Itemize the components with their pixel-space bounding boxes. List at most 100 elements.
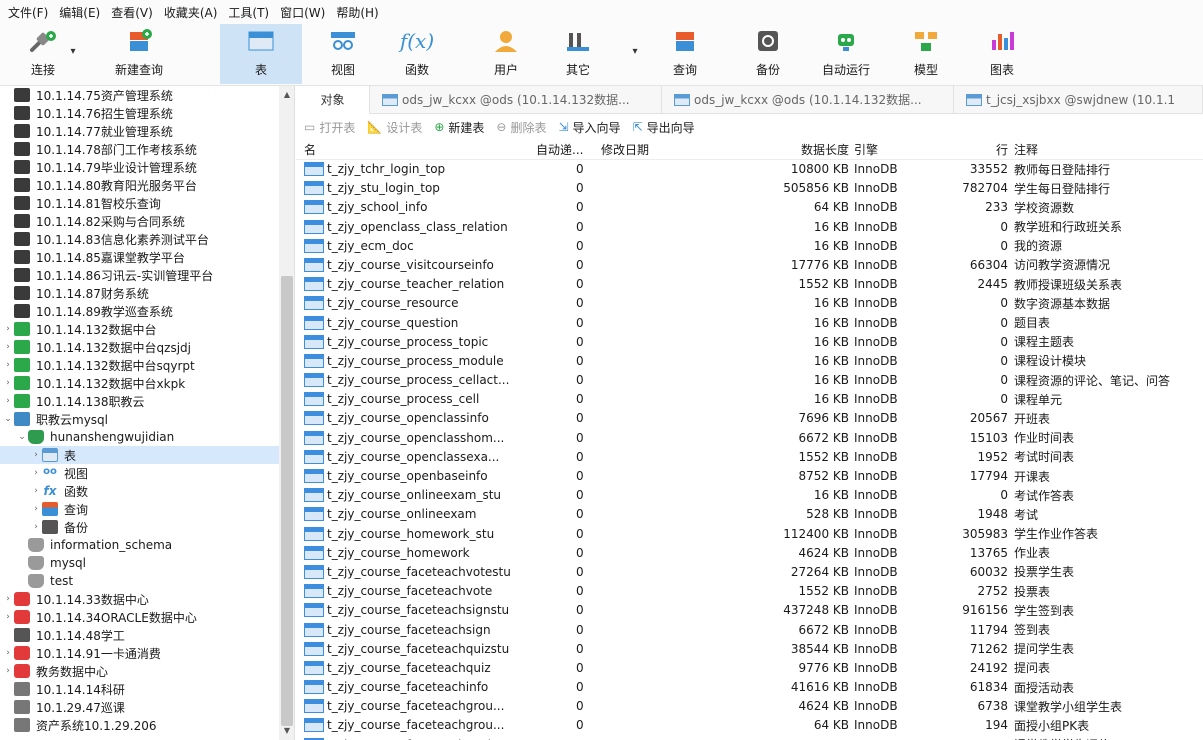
tree-item[interactable]: › 表 <box>0 446 294 464</box>
tree-item[interactable]: › 10.1.14.34ORACLE数据中心 <box>0 608 294 626</box>
expand-arrow-icon[interactable]: › <box>2 396 14 406</box>
tree-item[interactable]: › 10.1.14.132数据中台qzsjdj <box>0 338 294 356</box>
other-dropdown[interactable]: ▾ <box>628 24 642 84</box>
table-row[interactable]: t_zjy_course_process_cellact... 0 16 KB Inn… <box>296 371 1203 390</box>
design-table-button[interactable]: 📐 设计表 <box>367 119 422 136</box>
table-row[interactable]: t_zjy_course_onlineexam 0 528 KB InnoDB 1948… <box>296 505 1203 524</box>
tree-item[interactable]: › 10.1.14.138职教云 <box>0 392 294 410</box>
table-row[interactable]: t_zjy_course_faceteachquizstu 0 38544 KB In… <box>296 640 1203 659</box>
col-data-length[interactable]: 数据长度 <box>761 140 849 158</box>
table-row[interactable]: t_zjy_course_openbaseinfo 0 8752 KB InnoDB 1… <box>296 467 1203 486</box>
export-wizard-button[interactable]: ⇱ 导出向导 <box>633 119 695 136</box>
new-query-button[interactable]: 新建查询 <box>100 24 178 84</box>
table-row[interactable]: t_zjy_course_resource 0 16 KB InnoDB 0 数字资源基本… <box>296 294 1203 313</box>
table-row[interactable]: t_zjy_course_faceteachsignstu 0 437248 KB I… <box>296 601 1203 620</box>
table-row[interactable]: t_zjy_course_faceteachvotestu 0 27264 KB In… <box>296 563 1203 582</box>
table-row[interactable]: t_zjy_course_process_cell 0 16 KB InnoDB 0 课程… <box>296 390 1203 409</box>
tree-item[interactable]: information_schema <box>0 536 294 554</box>
connect-button[interactable]: 连接 <box>18 24 68 84</box>
table-row[interactable]: t_zjy_course_process_module 0 16 KB InnoDB 0… <box>296 352 1203 371</box>
user-button[interactable]: 用户 <box>486 24 526 84</box>
query-button[interactable]: 查询 <box>662 24 708 84</box>
expand-arrow-icon[interactable]: › <box>30 504 42 514</box>
tree-item[interactable]: › 查询 <box>0 500 294 518</box>
col-engine[interactable]: 引擎 <box>854 140 914 158</box>
tree-item[interactable]: 资产系统10.1.29.206 <box>0 716 294 734</box>
tree-item[interactable]: 10.1.29.47巡课 <box>0 698 294 716</box>
tree-item[interactable]: 10.1.14.80教育阳光服务平台 <box>0 176 294 194</box>
tree-item[interactable]: › 备份 <box>0 518 294 536</box>
delete-table-button[interactable]: ⊖ 删除表 <box>496 119 546 136</box>
table-row[interactable]: t_zjy_ecm_doc 0 16 KB InnoDB 0 我的资源 <box>296 237 1203 256</box>
tree-item[interactable]: 10.1.14.83信息化素养测试平台 <box>0 230 294 248</box>
menu-file[interactable]: 文件(F) <box>8 4 48 21</box>
table-row[interactable]: t_zjy_course_openclassexa... 0 1552 KB Inno… <box>296 448 1203 467</box>
table-row[interactable]: t_zjy_course_faceteachquiz 0 9776 KB InnoDB… <box>296 659 1203 678</box>
col-comment[interactable]: 注释 <box>1014 140 1203 158</box>
table-row[interactable]: t_zjy_course_question 0 16 KB InnoDB 0 题目表 <box>296 314 1203 333</box>
expand-arrow-icon[interactable]: › <box>30 468 42 478</box>
tree-item[interactable]: 10.1.14.82采购与合同系统 <box>0 212 294 230</box>
backup-button[interactable]: 备份 <box>748 24 788 84</box>
table-row[interactable]: t_zjy_course_homework 0 4624 KB InnoDB 13765… <box>296 544 1203 563</box>
tree-item[interactable]: › 10.1.14.132数据中台sqyrpt <box>0 356 294 374</box>
tree-item[interactable]: ⌄ hunanshengwujidian <box>0 428 294 446</box>
menu-window[interactable]: 窗口(W) <box>280 4 325 21</box>
table-row[interactable]: t_zjy_course_openclasshom... 0 6672 KB Inno… <box>296 429 1203 448</box>
menu-edit[interactable]: 编辑(E) <box>59 4 100 21</box>
table-row[interactable]: t_zjy_course_faceteachsign 0 6672 KB InnoDB… <box>296 621 1203 640</box>
col-name[interactable]: 名 <box>304 140 532 158</box>
tab-ods-jw-kcxx-2[interactable]: ods_jw_kcxx @ods (10.1.14.132数据... <box>662 85 954 114</box>
tab-objects[interactable]: 对象 <box>296 85 370 114</box>
tree-item[interactable]: 10.1.14.85嘉课堂教学平台 <box>0 248 294 266</box>
table-row[interactable]: t_zjy_course_onlineexam_stu 0 16 KB InnoDB 0… <box>296 486 1203 505</box>
open-table-button[interactable]: ▭ 打开表 <box>304 119 355 136</box>
table-row[interactable]: t_zjy_course_openclassinfo 0 7696 KB InnoDB… <box>296 409 1203 428</box>
table-row[interactable]: t_zjy_course_teacher_relation 0 1552 KB Inn… <box>296 275 1203 294</box>
scroll-down-icon[interactable]: ▼ <box>280 724 294 738</box>
tree-item[interactable]: › 10.1.14.132数据中台xkpk <box>0 374 294 392</box>
col-auto-increment[interactable]: 自动递... <box>536 140 596 158</box>
tree-item[interactable]: › fx 函数 <box>0 482 294 500</box>
table-row[interactable]: t_zjy_course_faceteachevalu... 0 7680 KB In… <box>296 736 1203 740</box>
expand-arrow-icon[interactable]: › <box>2 324 14 334</box>
expand-arrow-icon[interactable]: › <box>2 360 14 370</box>
expand-arrow-icon[interactable]: › <box>2 648 14 658</box>
expand-arrow-icon[interactable]: › <box>2 378 14 388</box>
expand-arrow-icon[interactable]: › <box>2 612 14 622</box>
table-row[interactable]: t_zjy_stu_login_top 0 505856 KB InnoDB 78270… <box>296 179 1203 198</box>
tree-item[interactable]: › 10.1.14.132数据中台 <box>0 320 294 338</box>
tree-item[interactable]: › 10.1.14.33数据中心 <box>0 590 294 608</box>
tree-item[interactable]: 10.1.14.14科研 <box>0 680 294 698</box>
col-modified-date[interactable]: 修改日期 <box>601 140 761 158</box>
tree-item[interactable]: › 教务数据中心 <box>0 662 294 680</box>
scroll-up-icon[interactable]: ▲ <box>280 88 294 102</box>
tree-item[interactable]: 10.1.14.79毕业设计管理系统 <box>0 158 294 176</box>
col-rows[interactable]: 行 <box>916 140 1008 158</box>
tree-item[interactable]: test <box>0 572 294 590</box>
function-button[interactable]: f(x) 函数 <box>392 24 442 84</box>
table-row[interactable]: t_zjy_course_visitcourseinfo 0 17776 KB Inn… <box>296 256 1203 275</box>
connection-tree[interactable]: 10.1.14.75资产管理系统 10.1.14.76招生管理系统 10.1.14.… <box>0 86 295 740</box>
tree-item[interactable]: 10.1.14.48学工 <box>0 626 294 644</box>
expand-arrow-icon[interactable]: › <box>30 450 42 460</box>
table-row[interactable]: t_zjy_course_faceteachgrou... 0 64 KB InnoD… <box>296 716 1203 735</box>
auto-run-button[interactable]: 自动运行 <box>816 24 876 84</box>
table-row[interactable]: t_zjy_course_homework_stu 0 112400 KB InnoD… <box>296 525 1203 544</box>
table-row[interactable]: t_zjy_course_process_topic 0 16 KB InnoDB 0 课… <box>296 333 1203 352</box>
expand-arrow-icon[interactable]: ⌄ <box>16 432 28 442</box>
tree-item[interactable]: › oo 视图 <box>0 464 294 482</box>
table-row[interactable]: t_zjy_course_faceteachgrou... 0 4624 KB Inn… <box>296 697 1203 716</box>
chart-button[interactable]: 图表 <box>982 24 1022 84</box>
connect-dropdown[interactable]: ▾ <box>66 24 80 84</box>
tree-item[interactable]: › 10.1.14.91一卡通消费 <box>0 644 294 662</box>
table-row[interactable]: t_zjy_openclass_class_relation 0 16 KB Inno… <box>296 218 1203 237</box>
table-row[interactable]: t_zjy_course_faceteachinfo 0 41616 KB InnoD… <box>296 678 1203 697</box>
tab-t-jcsj-xsjbxx[interactable]: t_jcsj_xsjbxx @swjdnew (10.1.1 <box>954 85 1203 114</box>
tab-ods-jw-kcxx-1[interactable]: ods_jw_kcxx @ods (10.1.14.132数据... <box>370 85 662 114</box>
tree-item[interactable]: 10.1.14.89教学巡查系统 <box>0 302 294 320</box>
new-table-button[interactable]: ⊕ 新建表 <box>434 119 484 136</box>
table-row[interactable]: t_zjy_tchr_login_top 0 10800 KB InnoDB 33552… <box>296 160 1203 179</box>
tree-item[interactable]: 10.1.14.78部门工作考核系统 <box>0 140 294 158</box>
menu-view[interactable]: 查看(V) <box>111 4 153 21</box>
